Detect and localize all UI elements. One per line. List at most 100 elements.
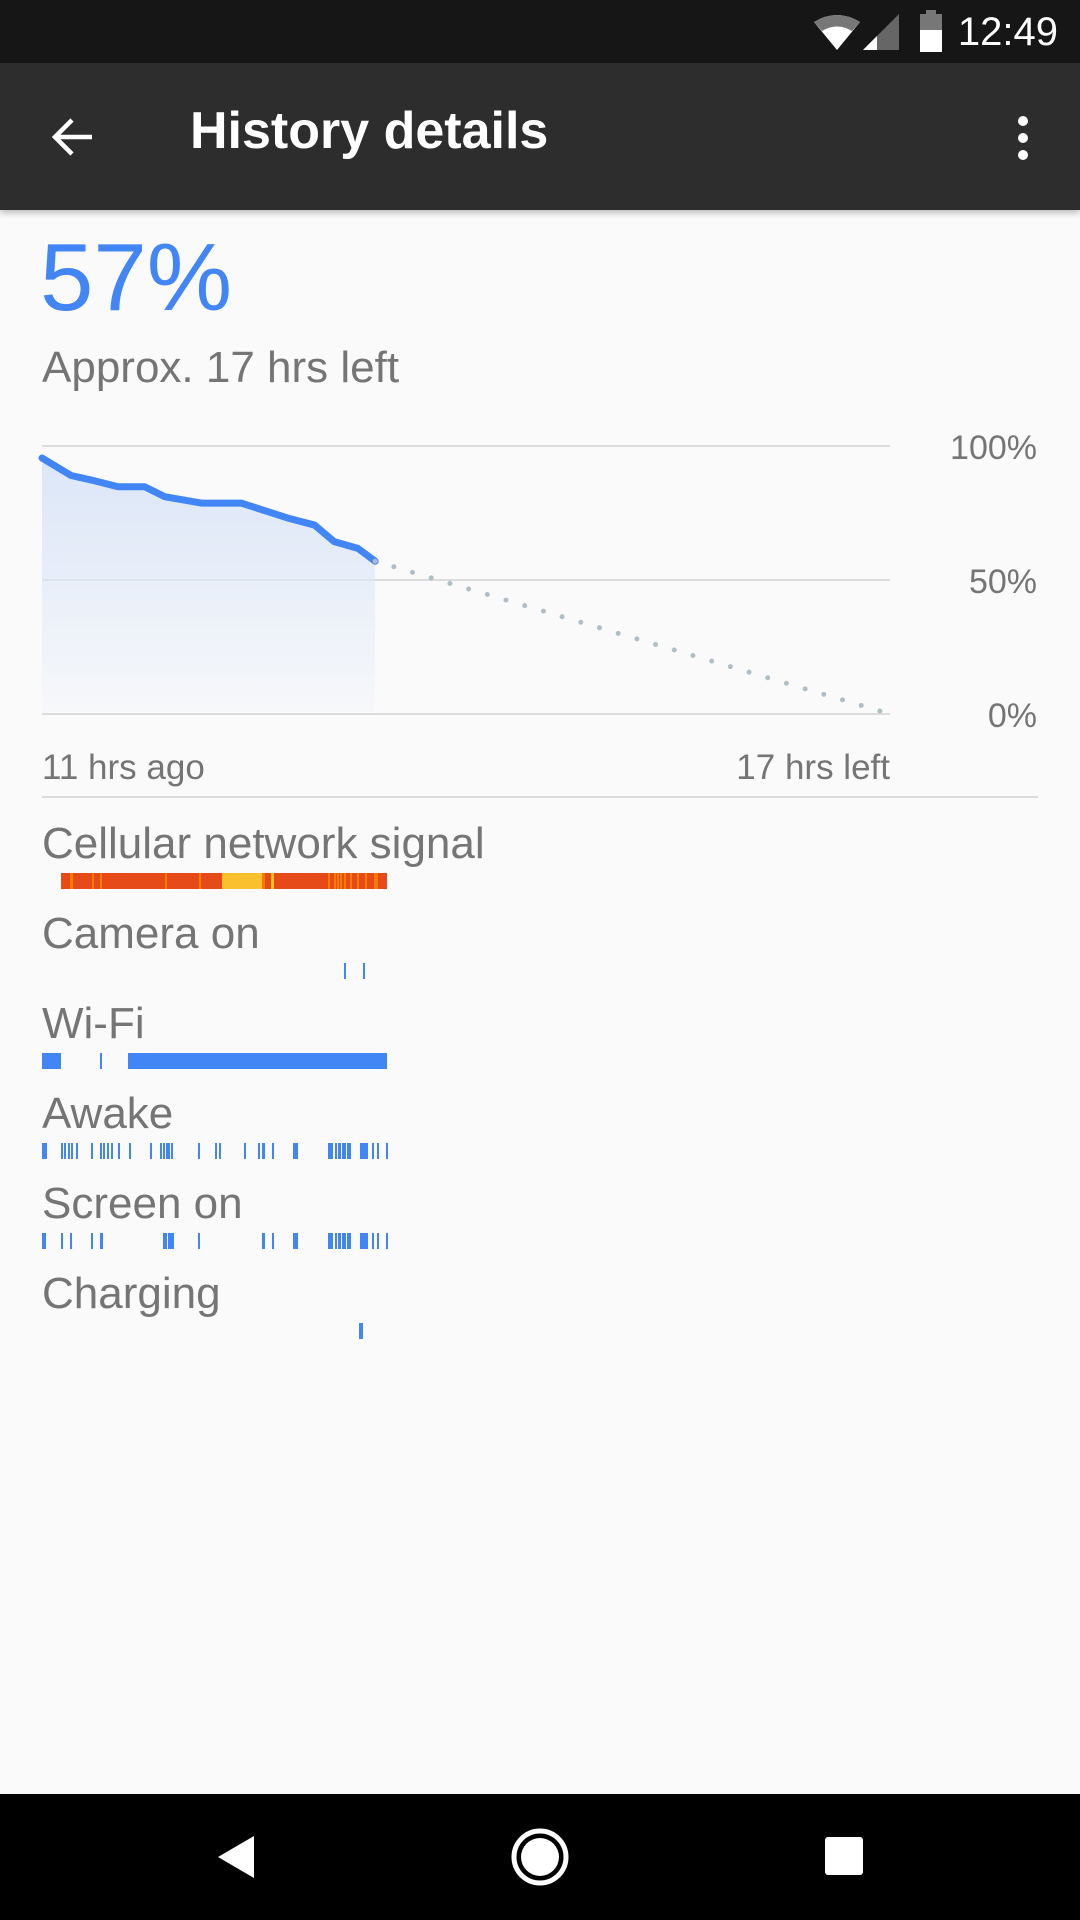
- timeline-segment: [170, 1143, 174, 1159]
- timeline-segment: [199, 873, 202, 889]
- timeline-segment: [347, 1143, 351, 1159]
- timeline-segment: [343, 873, 346, 889]
- timeline-segment: [270, 873, 275, 889]
- timeline-segment: [327, 1143, 334, 1159]
- timeline-segment: [272, 1233, 275, 1249]
- timeline-track: [42, 963, 387, 979]
- timeline-segment: [359, 1323, 363, 1339]
- timeline-segment: [100, 873, 103, 889]
- timeline-segment: [64, 1143, 67, 1159]
- x-tick-label-start: 11 hrs ago: [42, 748, 205, 787]
- timeline-label: Camera on: [42, 909, 260, 958]
- timeline-segment: [163, 1233, 167, 1249]
- projection-line: [372, 558, 893, 717]
- timeline-segment: [42, 1143, 47, 1159]
- timeline-segment: [385, 1143, 388, 1159]
- timeline-segment: [42, 1233, 46, 1249]
- timeline-segment: [261, 1143, 266, 1159]
- clock: 12:49: [957, 10, 1058, 54]
- navigation-bar: [0, 1794, 1080, 1920]
- divider: [42, 796, 1038, 798]
- timeline-segment: [91, 1143, 94, 1159]
- y-tick-label: 50%: [968, 563, 1037, 601]
- timeline-label: Charging: [42, 1269, 221, 1318]
- timeline-label: Awake: [42, 1089, 174, 1138]
- timeline-segment: [272, 1143, 275, 1159]
- timeline-segment: [71, 1143, 74, 1159]
- timeline-segment: [360, 1233, 369, 1249]
- timeline-segment: [376, 1233, 380, 1249]
- timeline-segment: [328, 873, 331, 889]
- timeline-label: Screen on: [42, 1179, 243, 1228]
- timeline-segment: [215, 1143, 218, 1159]
- timeline-segment: [150, 1143, 153, 1159]
- battery-area: [42, 458, 376, 714]
- timeline-segment: [257, 1143, 260, 1159]
- timeline-segment: [92, 873, 95, 889]
- timeline-segment: [261, 873, 266, 889]
- timeline-segment: [128, 1053, 387, 1069]
- timeline-segment: [385, 1233, 388, 1249]
- wifi-icon: [814, 15, 860, 50]
- timeline-segment: [197, 1143, 201, 1159]
- timeline-segment: [363, 963, 366, 979]
- recents-square-icon[interactable]: [824, 1836, 864, 1876]
- timeline-segment: [165, 1143, 168, 1159]
- timeline-segment: [76, 1143, 79, 1159]
- timeline-label: Cellular network signal: [42, 819, 485, 868]
- timeline-segment: [334, 1143, 337, 1159]
- timeline-segment: [159, 1143, 162, 1159]
- timeline-segment: [365, 873, 368, 889]
- timeline-track: [42, 873, 387, 889]
- timeline-segment: [342, 1233, 346, 1249]
- timeline-segment: [106, 1143, 109, 1159]
- page-title: History details: [190, 102, 549, 160]
- timeline-segment: [172, 1233, 175, 1249]
- timeline-segment: [67, 1143, 70, 1159]
- timeline-segment: [327, 1233, 334, 1249]
- timeline-segment: [117, 1143, 120, 1159]
- timeline-segment: [128, 1143, 131, 1159]
- timeline-segment: [42, 1053, 61, 1069]
- timeline-segment: [61, 1233, 64, 1249]
- timeline-segment: [218, 1143, 221, 1159]
- timeline-segment: [371, 1143, 375, 1159]
- timeline-segment: [100, 1143, 103, 1159]
- timeline-segment: [292, 1143, 299, 1159]
- timeline-segment: [334, 1233, 337, 1249]
- timeline-segment: [261, 1233, 266, 1249]
- y-tick-label: 0%: [987, 697, 1037, 735]
- timeline-segment: [374, 873, 378, 889]
- timeline-segment: [61, 1143, 64, 1159]
- timeline-segment: [69, 1233, 72, 1249]
- x-tick-label-end: 17 hrs left: [736, 748, 890, 787]
- arrow-back-icon[interactable]: [50, 115, 94, 159]
- timeline-segment: [103, 1143, 106, 1159]
- timeline-segment: [111, 1143, 113, 1159]
- more-vert-icon[interactable]: [1008, 115, 1038, 161]
- timeline-segment: [100, 1053, 103, 1069]
- battery-percent: 57%: [40, 224, 233, 331]
- timeline-track: [42, 1323, 387, 1339]
- timeline-segment: [243, 1143, 246, 1159]
- timeline-segment: [357, 873, 360, 889]
- cell-signal-icon: [863, 14, 899, 50]
- timeline-segment: [376, 1143, 380, 1159]
- time-remaining: Approx. 17 hrs left: [42, 343, 400, 392]
- back-triangle-icon[interactable]: [216, 1834, 256, 1880]
- timeline-segment: [339, 873, 342, 889]
- battery-icon: [920, 10, 942, 52]
- timeline-label: Wi-Fi: [42, 999, 145, 1048]
- timeline-segment: [360, 1143, 369, 1159]
- timeline-segment: [333, 873, 336, 889]
- timeline-segment: [349, 873, 352, 889]
- status-bar: 12:49: [0, 0, 1080, 63]
- timeline-track: [42, 1233, 388, 1249]
- timeline-track: [42, 1053, 387, 1069]
- timeline-segment: [343, 963, 346, 979]
- timeline-segment: [100, 1233, 103, 1249]
- timeline-segment: [70, 873, 74, 889]
- home-circle-icon[interactable]: [510, 1827, 570, 1887]
- timeline-segment: [338, 1143, 341, 1159]
- timeline-segment: [371, 1233, 375, 1249]
